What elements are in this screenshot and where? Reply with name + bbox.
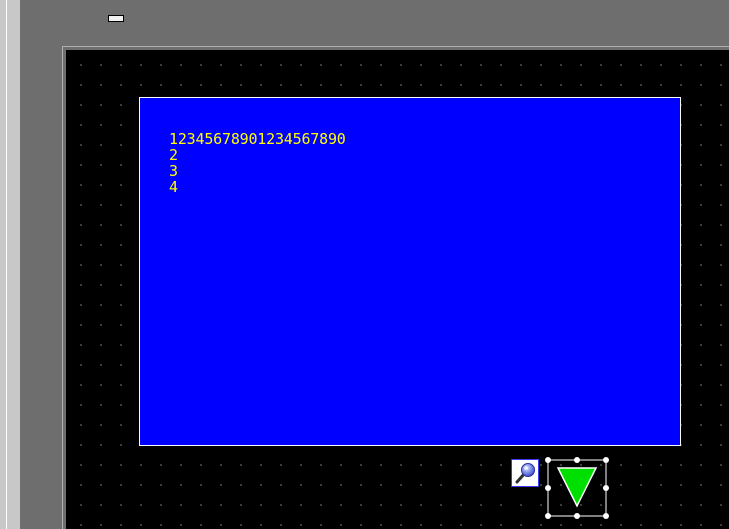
- selection-handle[interactable]: [574, 457, 580, 463]
- scroll-down-button[interactable]: [545, 457, 609, 519]
- text-line: 12345678901234567890: [169, 130, 346, 148]
- selection-handle[interactable]: [545, 457, 551, 463]
- text-line: 3: [169, 162, 178, 180]
- magnifier-icon: [515, 463, 535, 484]
- selection-handle[interactable]: [545, 485, 551, 491]
- left-panel-strip: [0, 0, 20, 529]
- editor-root: 12345678901234567890 2 3 4: [0, 0, 729, 529]
- frame-edge-left: [62, 46, 63, 529]
- left-divider: [6, 0, 7, 529]
- text-window-part[interactable]: 12345678901234567890 2 3 4: [139, 97, 681, 446]
- selection-handle[interactable]: [545, 513, 551, 519]
- selection-handle[interactable]: [603, 485, 609, 491]
- triangle-down-icon: [545, 457, 609, 519]
- text-line: 4: [169, 178, 178, 196]
- text-line: 2: [169, 146, 178, 164]
- selection-handle[interactable]: [603, 457, 609, 463]
- zoom-button[interactable]: [511, 459, 539, 487]
- minimize-icon[interactable]: [108, 15, 124, 22]
- text-lines: 12345678901234567890 2 3 4: [169, 131, 346, 195]
- frame-edge-top: [62, 46, 729, 47]
- selection-handle[interactable]: [603, 513, 609, 519]
- selection-handle[interactable]: [574, 513, 580, 519]
